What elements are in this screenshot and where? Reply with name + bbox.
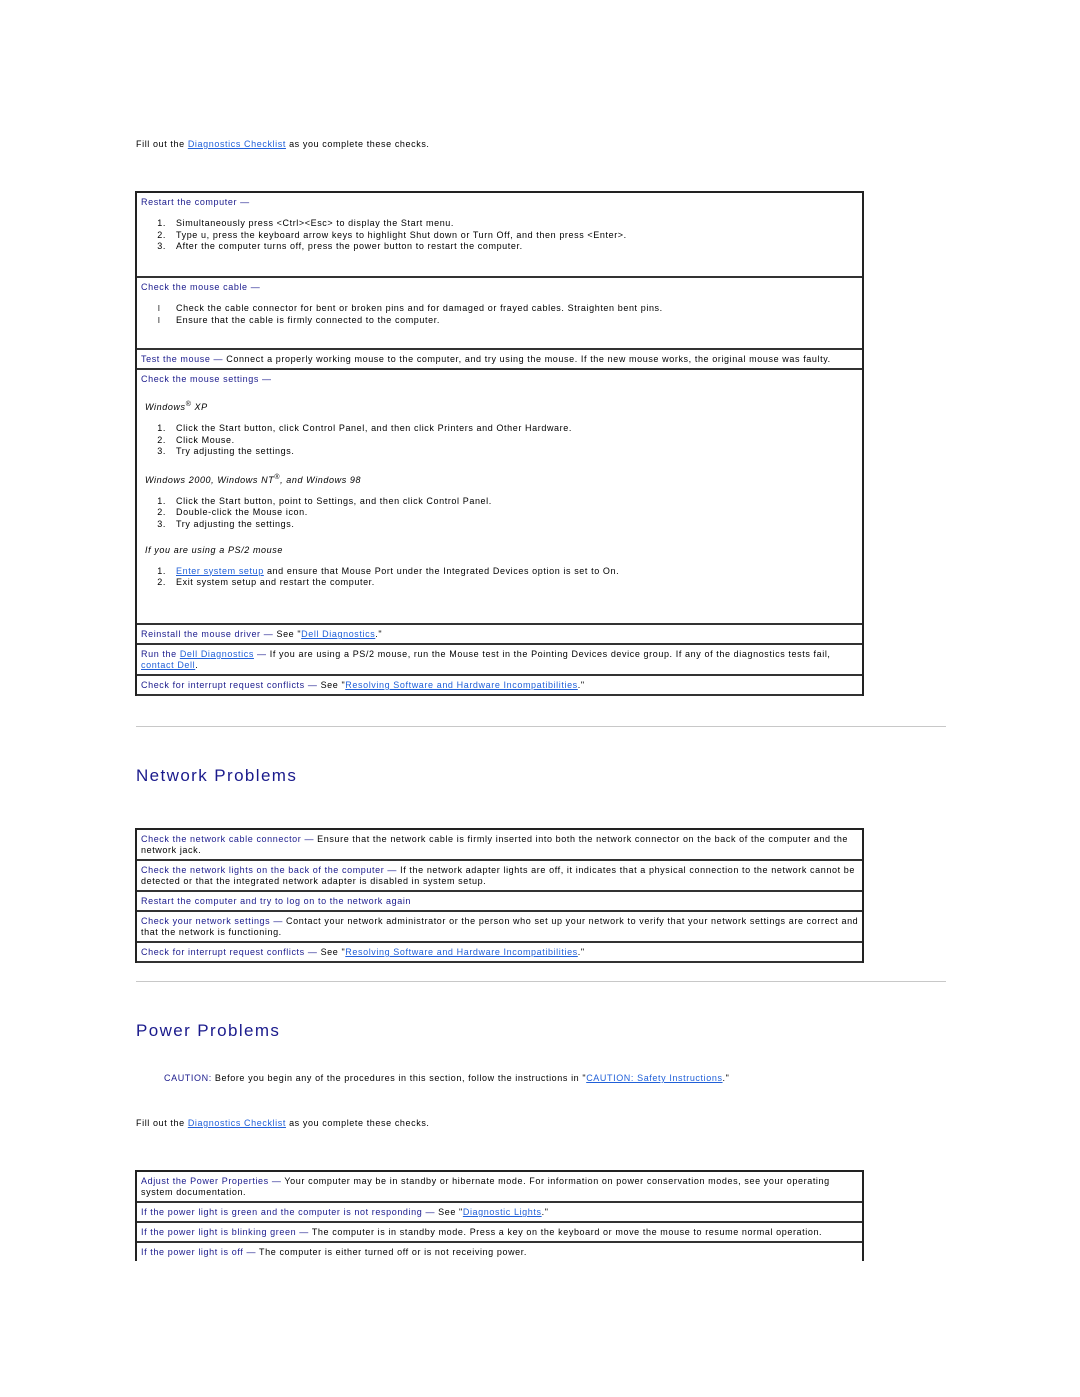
windows-xp-label: Windows® XP: [145, 401, 208, 412]
row-title: If the power light is green and the comp…: [141, 1207, 436, 1217]
row-title: Check for interrupt request conflicts —: [141, 947, 318, 957]
row-text: Connect a properly working mouse to the …: [223, 354, 831, 364]
power-row: If the power light is green and the comp…: [135, 1201, 864, 1223]
ps2-steps: 1. Enter system setup and ensure that Mou…: [141, 566, 859, 589]
list-item: l Check the cable connector for bent or b…: [158, 303, 663, 313]
resolving-incompatibilities-link[interactable]: Resolving Software and Hardware Incompat…: [345, 680, 578, 690]
resolving-incompatibilities-link[interactable]: Resolving Software and Hardware Incompat…: [345, 947, 578, 957]
xp-steps: 1. Click the Start button, click Control …: [141, 423, 859, 458]
network-row: Restart the computer and try to log on t…: [135, 890, 864, 912]
safety-instructions-link[interactable]: CAUTION: Safety Instructions: [586, 1073, 722, 1083]
run-diagnostics-title: Run the Dell Diagnostics —: [141, 649, 267, 659]
list-item: 3. Try adjusting the settings.: [157, 446, 295, 457]
dell-diagnostics-link[interactable]: Dell Diagnostics: [301, 629, 375, 639]
ps2-label: If you are using a PS/2 mouse: [145, 544, 283, 555]
cable-row: Check the mouse cable — l Check the cable…: [135, 276, 864, 350]
bullet-icon: l: [158, 304, 161, 313]
reinstall-driver-title: Reinstall the mouse driver —: [141, 629, 274, 639]
list-item: 2. Exit system setup and restart the comp…: [157, 577, 375, 588]
row-title: Restart the computer and try to log on t…: [141, 896, 412, 906]
intro-text: as you complete these checks.: [285, 139, 430, 149]
network-problems-heading: Network Problems: [136, 766, 298, 785]
row-title: Check your network settings —: [141, 916, 283, 926]
list-item: 1. Enter system setup and ensure that Mou…: [157, 565, 620, 576]
run-diagnostics-row: Run the Dell Diagnostics — If you are us…: [135, 643, 864, 676]
test-mouse-title: Test the mouse —: [141, 354, 224, 364]
irq-title: Check for interrupt request conflicts —: [141, 680, 318, 690]
irq-row: Check for interrupt request conflicts — …: [135, 674, 864, 696]
row-title: Check the network lights on the back of …: [141, 865, 398, 875]
intro-text: Fill out the: [136, 139, 188, 149]
network-row: Check the network lights on the back of …: [135, 859, 864, 892]
list-item: 2. Double-click the Mouse icon.: [157, 507, 308, 518]
row-title: Adjust the Power Properties —: [141, 1176, 282, 1186]
power-checks-table: Adjust the Power Properties — Your compu…: [135, 1170, 864, 1261]
power-row: If the power light is blinking green — T…: [135, 1221, 864, 1243]
network-row: Check your network settings — Contact yo…: [135, 910, 864, 943]
restart-title: Restart the computer —: [141, 197, 250, 207]
enter-system-setup-link[interactable]: Enter system setup: [176, 566, 264, 576]
w2k-steps: 1. Click the Start button, point to Setti…: [141, 496, 859, 531]
list-item: 2. Click Mouse.: [157, 434, 235, 445]
restart-row: Restart the computer — 1. Simultaneously …: [135, 191, 864, 278]
power-problems-heading: Power Problems: [136, 1021, 281, 1040]
mouse-settings-row: Check the mouse settings — Windows® XP 1…: [135, 368, 864, 625]
dell-diagnostics-link[interactable]: Dell Diagnostics: [180, 649, 254, 659]
contact-dell-link[interactable]: contact Dell: [141, 660, 195, 670]
diagnostic-lights-link[interactable]: Diagnostic Lights: [463, 1207, 542, 1217]
list-item: 1. Simultaneously press <Ctrl><Esc> to di…: [157, 218, 455, 228]
list-item: l Ensure that the cable is firmly connect…: [158, 314, 440, 325]
section-divider: [136, 726, 946, 727]
network-checks-table: Check the network cable connector — Ensu…: [135, 828, 864, 963]
list-item: 3. Try adjusting the settings.: [157, 518, 295, 529]
list-item: 2. Type u, press the keyboard arrow keys …: [157, 229, 627, 240]
restart-steps: 1. Simultaneously press <Ctrl><Esc> to di…: [141, 218, 859, 253]
caution-notice: CAUTION: Before you begin any of the pro…: [164, 1073, 730, 1083]
mouse-settings-title: Check the mouse settings —: [141, 374, 272, 384]
diagnostics-checklist-link[interactable]: Diagnostics Checklist: [188, 139, 286, 149]
network-row: Check the network cable connector — Ensu…: [135, 828, 864, 861]
row-title: If the power light is blinking green —: [141, 1227, 309, 1237]
list-item: 1. Click the Start button, click Control …: [157, 423, 572, 433]
diagnostics-checklist-link[interactable]: Diagnostics Checklist: [188, 1118, 286, 1128]
section-divider: [136, 981, 946, 982]
list-item: 1. Click the Start button, point to Setti…: [157, 495, 492, 506]
reinstall-driver-row: Reinstall the mouse driver — See "Dell D…: [135, 623, 864, 645]
network-irq-row: Check for interrupt request conflicts — …: [135, 941, 864, 963]
mouse-checks-table: Restart the computer — 1. Simultaneously …: [135, 191, 864, 696]
cable-title: Check the mouse cable —: [141, 282, 261, 292]
caution-label: CAUTION:: [164, 1073, 212, 1083]
bullet-icon: l: [158, 315, 161, 325]
cable-items: l Check the cable connector for bent or b…: [141, 303, 859, 326]
checklist-intro: Fill out the Diagnostics Checklist as yo…: [136, 1118, 430, 1128]
row-title: Check the network cable connector —: [141, 834, 315, 844]
windows-2000-label: Windows 2000, Windows NT®, and Windows 9…: [145, 473, 362, 485]
list-item: 3. After the computer turns off, press th…: [157, 241, 523, 252]
checklist-intro: Fill out the Diagnostics Checklist as yo…: [136, 139, 430, 149]
power-row: Adjust the Power Properties — Your compu…: [135, 1170, 864, 1203]
test-mouse-row: Test the mouse — Connect a properly work…: [135, 348, 864, 370]
power-row: If the power light is off — The computer…: [135, 1241, 864, 1261]
row-title: If the power light is off —: [141, 1247, 257, 1257]
